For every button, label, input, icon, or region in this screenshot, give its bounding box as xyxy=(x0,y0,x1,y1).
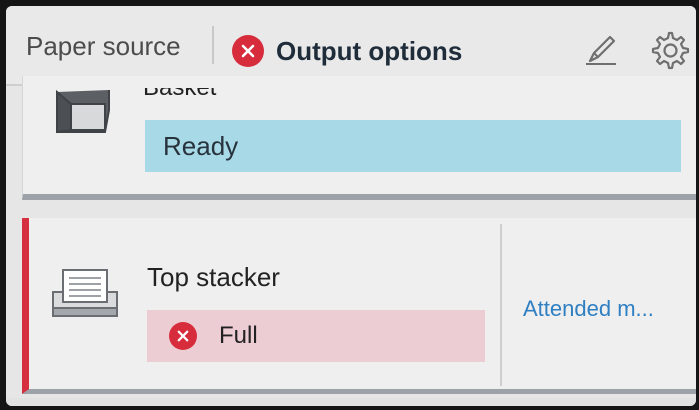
basket-card[interactable]: Basket Ready xyxy=(22,76,696,200)
tab-output-options[interactable]: Output options xyxy=(222,20,478,82)
top-stacker-name: Top stacker xyxy=(147,262,280,292)
error-x-icon xyxy=(232,35,264,67)
error-x-icon xyxy=(169,322,197,350)
next-card-edge xyxy=(6,398,696,406)
tab-divider xyxy=(212,26,214,64)
gear-icon[interactable] xyxy=(648,28,690,70)
basket-name: Basket xyxy=(143,74,217,101)
top-stacker-status-text: Full xyxy=(219,322,258,349)
status-badge: Full xyxy=(147,310,485,362)
pen-icon[interactable] xyxy=(580,28,622,70)
tab-paper-source[interactable]: Paper source xyxy=(26,24,181,68)
tab-paper-source-label: Paper source xyxy=(26,30,181,61)
tab-bar: Paper source Output options xyxy=(6,6,696,86)
top-stacker-card: Top stacker Full Attended m... xyxy=(22,218,696,394)
basket-status-text: Ready xyxy=(163,130,239,161)
printer-control-panel: Paper source Output options Basket Ready… xyxy=(6,6,696,406)
card-divider xyxy=(500,224,502,386)
tab-output-options-label: Output options xyxy=(276,35,463,66)
basket-bin-icon xyxy=(51,86,115,136)
stacker-tray-icon xyxy=(49,266,121,322)
attended-mode-link[interactable]: Attended m... xyxy=(523,296,654,322)
top-stacker-info[interactable]: Top stacker Full xyxy=(29,218,495,389)
status-badge: Ready xyxy=(145,120,681,172)
